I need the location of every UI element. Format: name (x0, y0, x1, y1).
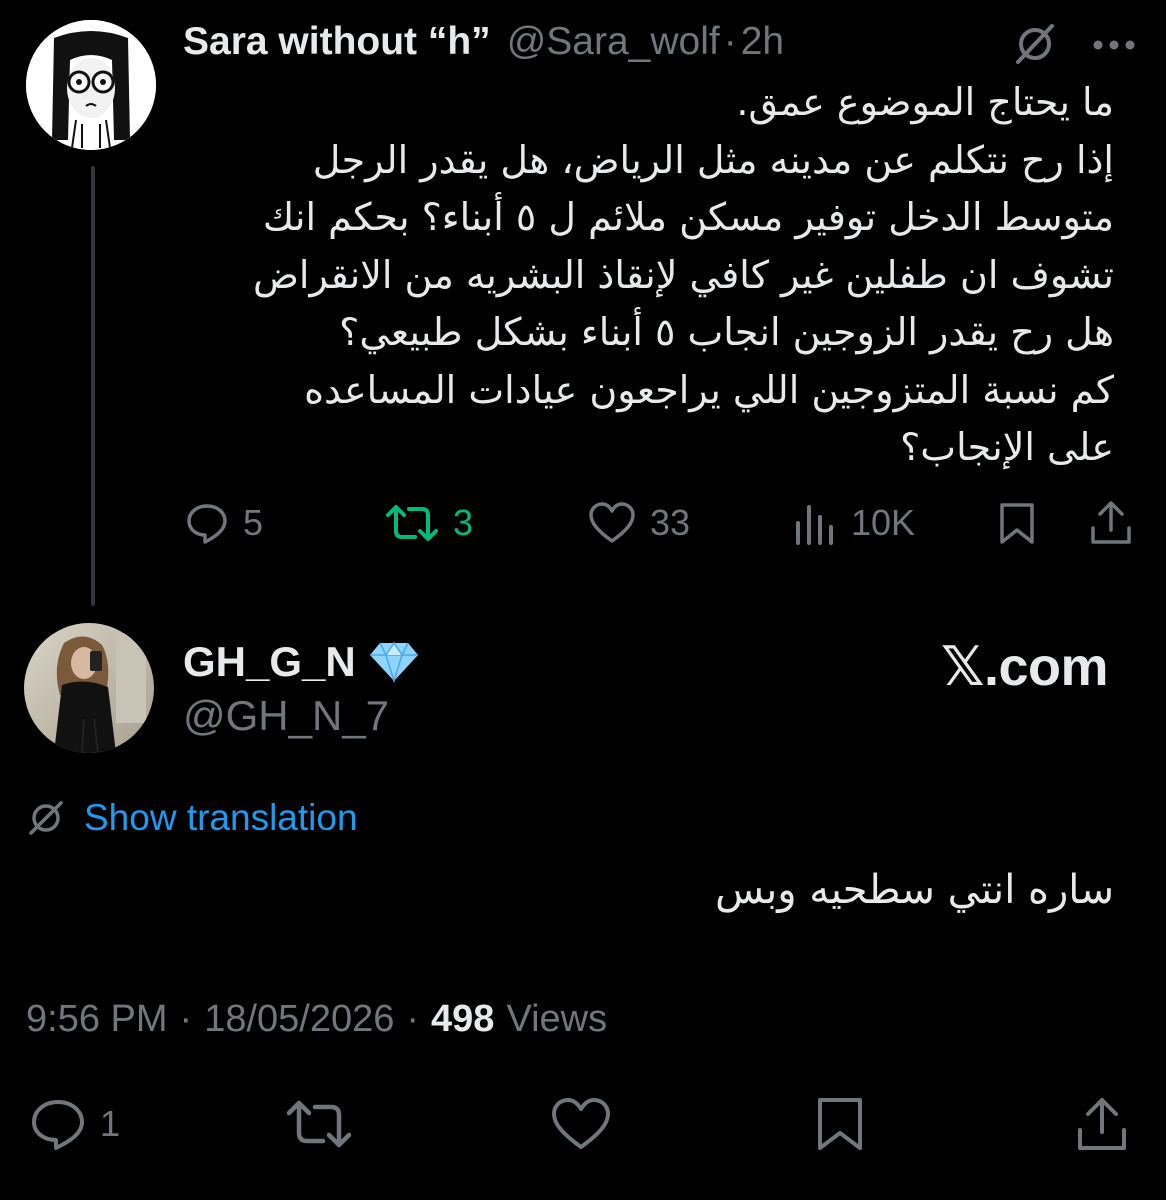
tweet-text-line: على الإنجاب؟ (900, 425, 1114, 469)
parent-author-handle[interactable]: @Sara_wolf (507, 20, 720, 64)
tweet-meta: 9:56 PM · 18/05/2026 · 498 Views (26, 998, 607, 1041)
bookmark-icon (1000, 503, 1034, 544)
parent-tweet-header: Sara without “h” @Sara_wolf · 2h (183, 18, 784, 66)
more-icon[interactable] (1092, 38, 1136, 50)
x-com-watermark: 𝕏.com (940, 637, 1109, 697)
tweet-text-line: تشوف ان طفلين غير كافي لإنقاذ البشريه من… (252, 252, 1114, 297)
tweet-text-line: ما يحتاج الموضوع عمق. (736, 80, 1114, 124)
thread-line (91, 166, 95, 606)
parent-avatar[interactable] (26, 20, 156, 150)
repost-button[interactable] (285, 1093, 353, 1155)
reply-button[interactable]: 1 (30, 1093, 120, 1155)
repost-icon (286, 1100, 352, 1148)
views-button[interactable]: 10K (793, 495, 915, 551)
diamond-emoji-icon (369, 641, 418, 683)
share-button[interactable] (1074, 1093, 1130, 1155)
tweet-text-line: كم نسبة المتزوجين اللي يراجعون عيادات ال… (304, 367, 1114, 412)
parent-tweet-time[interactable]: 2h (741, 20, 784, 64)
reply-author-name-row: GH_G_N (183, 638, 420, 686)
like-button[interactable] (550, 1093, 612, 1155)
reply-author-handle[interactable]: @GH_N_7 (183, 692, 389, 740)
meta-separator: · (406, 998, 420, 1040)
like-icon (552, 1098, 610, 1149)
bookmark-button[interactable] (815, 1093, 865, 1155)
bookmark-icon (818, 1098, 862, 1150)
reply-avatar[interactable] (24, 623, 154, 753)
reply-count: 1 (100, 1103, 121, 1144)
show-translation-row[interactable]: Show translation (26, 792, 358, 844)
tweet-date[interactable]: 18/05/2026 (204, 998, 394, 1041)
tweet-text-line: هل رح يقدر الزوجين انجاب ٥ أبناء بشكل طب… (339, 310, 1114, 354)
repost-button[interactable]: 3 (385, 495, 473, 551)
reply-views-count: 498 (431, 998, 495, 1040)
parent-avatar-drawing (26, 20, 156, 150)
like-icon (589, 502, 635, 543)
share-icon (1091, 501, 1131, 544)
views-count: 10K (851, 502, 916, 543)
share-icon (1078, 1098, 1126, 1150)
bookmark-button[interactable] (997, 495, 1037, 551)
reply-author-name[interactable]: GH_G_N (183, 638, 356, 686)
reply-icon (187, 504, 227, 544)
meta-separator: · (179, 998, 193, 1040)
reply-tweet-body: ساره انتي سطحيه وبس (715, 867, 1114, 913)
like-count: 33 (650, 502, 691, 543)
tweet-text-line: متوسط الدخل توفير مسكن ملائم ل ٥ أبناء؟ … (262, 195, 1114, 239)
parent-tweet-body: ما يحتاج الموضوع عمق. إذا رح نتكلم عن مد… (154, 74, 1114, 477)
tweet-text-line: إذا رح نتكلم عن مدينه مثل الرياض، هل يقد… (312, 137, 1114, 182)
share-button[interactable] (1088, 495, 1134, 551)
reply-avatar-photo (24, 623, 154, 753)
reply-count: 5 (243, 502, 264, 543)
reply-icon (32, 1100, 84, 1150)
repost-count: 3 (453, 502, 474, 543)
grok-translate-icon (29, 801, 63, 835)
like-button[interactable]: 33 (588, 495, 690, 551)
grok-translate-icon[interactable] (1010, 22, 1060, 66)
header-separator: · (723, 20, 737, 63)
parent-author-name[interactable]: Sara without “h” (183, 20, 491, 64)
views-icon (796, 505, 833, 545)
reply-button[interactable]: 5 (185, 495, 263, 551)
reply-views-label: Views (506, 998, 608, 1040)
show-translation-link[interactable]: Show translation (84, 797, 358, 839)
tweet-timestamp[interactable]: 9:56 PM (26, 998, 168, 1041)
repost-icon (386, 505, 438, 541)
